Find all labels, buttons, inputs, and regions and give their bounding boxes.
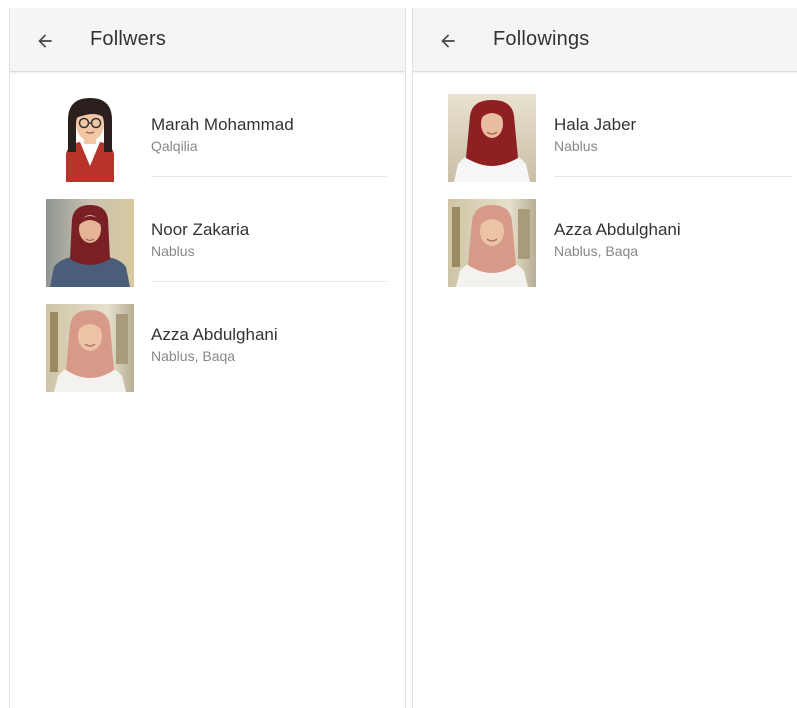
page-title: Follwers xyxy=(90,28,167,50)
arrow-left-icon xyxy=(441,34,455,48)
back-button[interactable] xyxy=(32,28,58,54)
followings-screen: Followings Hala Jaber Nablus Azza Abdulg… xyxy=(412,8,797,708)
avatar xyxy=(46,94,134,182)
arrow-left-icon xyxy=(38,34,52,48)
user-city: Nablus xyxy=(151,243,195,259)
user-name: Azza Abdulghani xyxy=(151,325,278,344)
followers-list: Marah Mohammad Qalqilia Noor Zakaria Nab… xyxy=(10,71,405,392)
user-city: Nablus, Baqa xyxy=(554,243,639,259)
avatar xyxy=(46,304,134,392)
list-item[interactable]: Azza Abdulghani Nablus, Baqa xyxy=(10,281,405,392)
user-name: Hala Jaber xyxy=(554,115,637,134)
user-name: Azza Abdulghani xyxy=(554,220,681,239)
user-name: Marah Mohammad xyxy=(151,115,294,134)
followers-screen: Follwers Marah Mohammad Qalqilia Noor Za… xyxy=(9,8,406,708)
app-bar: Followings xyxy=(413,8,797,72)
app-bar: Follwers xyxy=(10,8,405,72)
list-item[interactable]: Noor Zakaria Nablus xyxy=(10,176,405,287)
page-title: Followings xyxy=(493,28,590,50)
user-city: Nablus, Baqa xyxy=(151,348,236,364)
user-city: Qalqilia xyxy=(151,138,198,154)
avatar xyxy=(448,199,536,287)
avatar xyxy=(46,199,134,287)
followings-list: Hala Jaber Nablus Azza Abdulghani Nablus… xyxy=(413,71,797,287)
list-item[interactable]: Azza Abdulghani Nablus, Baqa xyxy=(413,176,797,287)
list-item[interactable]: Marah Mohammad Qalqilia xyxy=(10,71,405,182)
user-name: Noor Zakaria xyxy=(151,220,250,239)
avatar xyxy=(448,94,536,182)
list-item[interactable]: Hala Jaber Nablus xyxy=(413,71,797,182)
back-button[interactable] xyxy=(435,28,461,54)
user-city: Nablus xyxy=(554,138,598,154)
